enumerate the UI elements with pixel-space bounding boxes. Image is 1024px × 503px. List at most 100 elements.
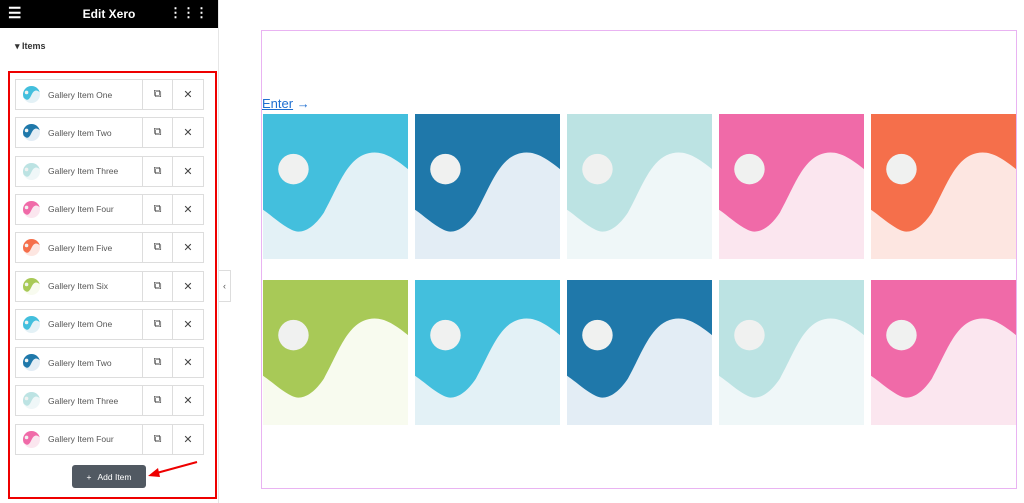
gallery-image[interactable] [719,280,864,425]
items-section-toggle[interactable]: ▾ Items [15,41,46,52]
duplicate-button[interactable]: ⧉ [143,348,173,378]
close-icon: ✕ [183,318,193,331]
add-item-button[interactable]: + Add Item [72,465,146,488]
item-title-area[interactable]: Gallery Item Two [16,118,143,148]
item-label: Gallery Item Five [48,242,113,253]
repeater-item[interactable]: Gallery Item Two ⧉ ✕ [15,117,204,149]
item-label: Gallery Item Three [48,166,119,177]
gallery-image[interactable] [719,114,864,259]
item-title-area[interactable]: Gallery Item Two [16,348,143,378]
copy-icon: ⧉ [153,279,162,292]
close-icon: ✕ [183,242,193,255]
copy-icon: ⧉ [153,241,162,254]
remove-button[interactable]: ✕ [173,272,203,301]
item-title-area[interactable]: Gallery Item One [16,80,143,109]
item-label: Gallery Item Two [48,357,112,368]
remove-button[interactable]: ✕ [173,157,203,186]
gallery-image[interactable] [567,114,712,259]
enter-link[interactable]: Enter → [262,96,310,111]
item-label: Gallery Item Four [48,434,114,445]
repeater-item[interactable]: Gallery Item One ⧉ ✕ [15,308,204,340]
copy-icon: ⧉ [153,394,162,407]
item-title-area[interactable]: Gallery Item Four [16,424,143,454]
item-label: Gallery Item Two [48,127,112,138]
gallery-image[interactable] [263,280,408,425]
duplicate-button[interactable]: ⧉ [143,424,173,454]
plus-icon: + [86,471,92,482]
repeater-item[interactable]: Gallery Item Five ⧉ ✕ [15,232,204,264]
remove-button[interactable]: ✕ [173,233,203,262]
copy-icon: ⧉ [153,356,162,369]
remove-button[interactable]: ✕ [173,310,203,339]
remove-button[interactable]: ✕ [173,386,203,415]
repeater-item[interactable]: Gallery Item Six ⧉ ✕ [15,270,204,302]
repeater-item[interactable]: Gallery Item Three ⧉ ✕ [15,155,204,187]
item-title-area[interactable]: Gallery Item Four [16,194,143,224]
gallery-image[interactable] [415,114,560,259]
item-title-area[interactable]: Gallery Item One [16,309,143,339]
remove-button[interactable]: ✕ [173,425,203,454]
duplicate-button[interactable]: ⧉ [143,80,173,109]
duplicate-button[interactable]: ⧉ [143,386,173,416]
close-icon: ✕ [183,127,193,140]
duplicate-button[interactable]: ⧉ [143,118,173,148]
duplicate-button[interactable]: ⧉ [143,233,173,263]
repeater-item[interactable]: Gallery Item Four ⧉ ✕ [15,193,204,225]
caret-down-icon: ▾ [15,41,23,51]
arrow-right-icon: → [296,96,310,111]
item-title-area[interactable]: Gallery Item Five [16,233,143,263]
copy-icon: ⧉ [153,432,162,445]
close-icon: ✕ [183,395,193,408]
duplicate-button[interactable]: ⧉ [143,309,173,339]
repeater-item[interactable]: Gallery Item Three ⧉ ✕ [15,385,204,417]
item-label: Gallery Item One [48,89,113,100]
item-title-area[interactable]: Gallery Item Three [16,386,143,416]
remove-button[interactable]: ✕ [173,80,203,109]
gallery-thumbnail-icon [23,86,40,103]
hamburger-icon[interactable]: ☰ [8,6,21,21]
close-icon: ✕ [183,89,193,101]
close-icon: ✕ [183,433,193,446]
item-title-area[interactable]: Gallery Item Six [16,271,143,301]
collapse-panel-handle[interactable]: ‹ [219,270,231,302]
gallery-image[interactable] [415,280,560,425]
duplicate-button[interactable]: ⧉ [143,194,173,224]
repeater-item[interactable]: Gallery Item Two ⧉ ✕ [15,347,204,379]
remove-button[interactable]: ✕ [173,118,203,147]
gallery-thumbnail-icon [23,200,40,218]
duplicate-button[interactable]: ⧉ [143,156,173,186]
item-label: Gallery Item One [48,319,113,330]
repeater-item[interactable]: Gallery Item One ⧉ ✕ [15,79,204,110]
gallery-image[interactable] [263,114,408,259]
annotation-arrow [148,461,198,477]
grid-icon[interactable]: ⋮⋮⋮ [169,6,208,20]
copy-icon: ⧉ [153,164,162,177]
gallery-image[interactable] [871,280,1016,425]
remove-button[interactable]: ✕ [173,195,203,224]
editor-title: Edit Xero [82,7,136,21]
repeater-item[interactable]: Gallery Item Four ⧉ ✕ [15,423,204,455]
close-icon: ✕ [183,280,193,293]
close-icon: ✕ [183,357,193,370]
gallery-thumbnail-icon [23,315,40,333]
copy-icon: ⧉ [153,202,162,215]
item-label: Gallery Item Four [48,204,114,215]
gallery-thumbnail-icon [23,124,40,142]
gallery-image[interactable] [871,114,1016,259]
item-label: Gallery Item Six [48,281,108,291]
item-title-area[interactable]: Gallery Item Three [16,156,143,186]
gallery-thumbnail-icon [23,430,40,448]
editor-header: ☰ Edit Xero ⋮⋮⋮ [0,0,218,28]
copy-icon: ⧉ [153,317,162,330]
gallery-preview: Enter → [261,30,1017,489]
remove-button[interactable]: ✕ [173,348,203,377]
gallery-thumbnail-icon [23,162,40,180]
close-icon: ✕ [183,203,193,216]
gallery-image[interactable] [567,280,712,425]
items-repeater: Gallery Item One ⧉ ✕ Gallery Item Two ⧉ ✕ Gall… [8,71,217,499]
duplicate-button[interactable]: ⧉ [143,271,173,301]
copy-icon: ⧉ [153,126,162,139]
chevron-left-icon: ‹ [223,281,226,291]
editor-sidebar: ☰ Edit Xero ⋮⋮⋮ ▾ Items Gallery Item One… [0,0,231,503]
close-icon: ✕ [183,165,193,178]
